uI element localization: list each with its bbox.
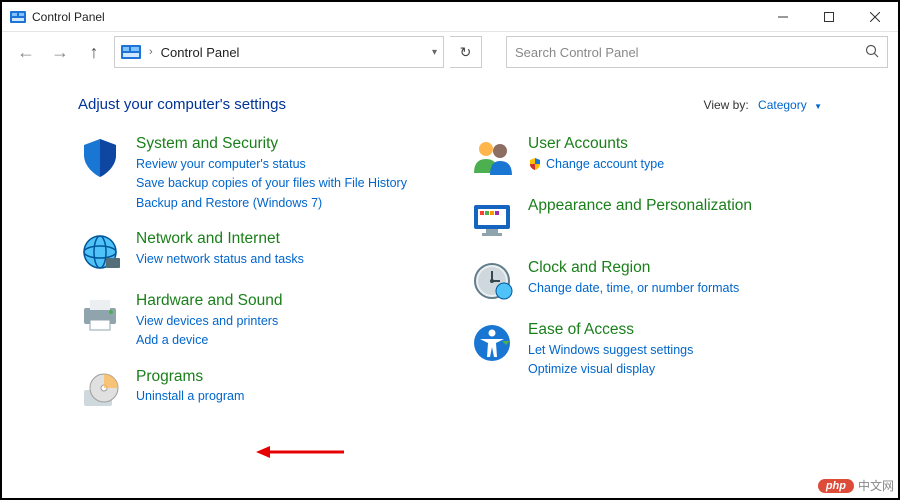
view-by-control[interactable]: View by: Category ▼ [704, 98, 822, 112]
address-bar[interactable]: › Control Panel ▾ [114, 36, 444, 68]
content-area: Adjust your computer's settings View by:… [2, 72, 898, 412]
left-column: System and Security Review your computer… [78, 135, 430, 412]
chevron-down-icon[interactable]: ▾ [432, 47, 437, 58]
category-title[interactable]: Clock and Region [528, 259, 739, 278]
category-hardware-sound: Hardware and Sound View devices and prin… [78, 292, 430, 350]
minimize-button[interactable] [760, 2, 806, 31]
view-by-value: Category [758, 98, 807, 112]
category-programs: Programs Uninstall a program [78, 368, 430, 412]
monitor-icon [470, 197, 514, 241]
right-column: User Accounts Change account type Appear… [470, 135, 822, 412]
nav-row: ← → ↑ › Control Panel ▾ ↻ [2, 32, 898, 72]
category-link[interactable]: View network status and tasks [136, 251, 304, 269]
category-title[interactable]: Appearance and Personalization [528, 197, 752, 216]
category-system-security: System and Security Review your computer… [78, 135, 430, 212]
uac-shield-icon [528, 157, 542, 171]
titlebar: Control Panel [2, 2, 898, 32]
window-buttons [760, 2, 898, 31]
uninstall-program-link[interactable]: Uninstall a program [136, 388, 244, 406]
category-link[interactable]: Let Windows suggest settings [528, 342, 693, 360]
maximize-button[interactable] [806, 2, 852, 31]
category-link[interactable]: Save backup copies of your files with Fi… [136, 175, 407, 193]
category-link[interactable]: Change account type [528, 156, 664, 174]
printer-icon [78, 292, 122, 336]
watermark: php 中文网 [818, 477, 894, 494]
globe-icon [78, 230, 122, 274]
category-link[interactable]: Backup and Restore (Windows 7) [136, 195, 407, 213]
category-appearance-personalization: Appearance and Personalization [470, 197, 822, 241]
watermark-text: 中文网 [858, 477, 894, 494]
disc-icon [78, 368, 122, 412]
category-link[interactable]: Add a device [136, 332, 283, 350]
category-link[interactable]: Review your computer's status [136, 156, 407, 174]
search-icon[interactable] [865, 44, 879, 61]
shield-icon [78, 135, 122, 179]
up-button[interactable]: ↑ [80, 38, 108, 66]
refresh-button[interactable]: ↻ [450, 36, 482, 68]
category-link[interactable]: View devices and printers [136, 313, 283, 331]
category-user-accounts: User Accounts Change account type [470, 135, 822, 179]
close-button[interactable] [852, 2, 898, 31]
back-button[interactable]: ← [12, 38, 40, 66]
category-title[interactable]: Network and Internet [136, 230, 304, 249]
control-panel-icon [121, 44, 141, 60]
category-ease-of-access: Ease of Access Let Windows suggest setti… [470, 321, 822, 379]
window-title: Control Panel [32, 10, 760, 24]
category-clock-region: Clock and Region Change date, time, or n… [470, 259, 822, 303]
search-input[interactable] [515, 45, 865, 60]
category-link[interactable]: Change date, time, or number formats [528, 280, 739, 298]
category-network-internet: Network and Internet View network status… [78, 230, 430, 274]
control-panel-icon [10, 9, 26, 25]
category-title[interactable]: Programs [136, 368, 244, 387]
forward-button[interactable]: → [46, 38, 74, 66]
view-by-label: View by: [704, 98, 749, 112]
clock-icon [470, 259, 514, 303]
category-title[interactable]: System and Security [136, 135, 407, 154]
chevron-right-icon: › [149, 46, 153, 58]
category-title[interactable]: User Accounts [528, 135, 664, 154]
chevron-down-icon: ▼ [814, 102, 822, 111]
search-box[interactable] [506, 36, 888, 68]
ease-of-access-icon [470, 321, 514, 365]
watermark-badge: php [818, 479, 854, 493]
breadcrumb-root[interactable]: Control Panel [161, 45, 240, 60]
page-heading: Adjust your computer's settings [78, 96, 704, 113]
users-icon [470, 135, 514, 179]
category-link[interactable]: Optimize visual display [528, 361, 693, 379]
category-title[interactable]: Ease of Access [528, 321, 693, 340]
annotation-arrow-icon [256, 444, 346, 460]
category-title[interactable]: Hardware and Sound [136, 292, 283, 311]
